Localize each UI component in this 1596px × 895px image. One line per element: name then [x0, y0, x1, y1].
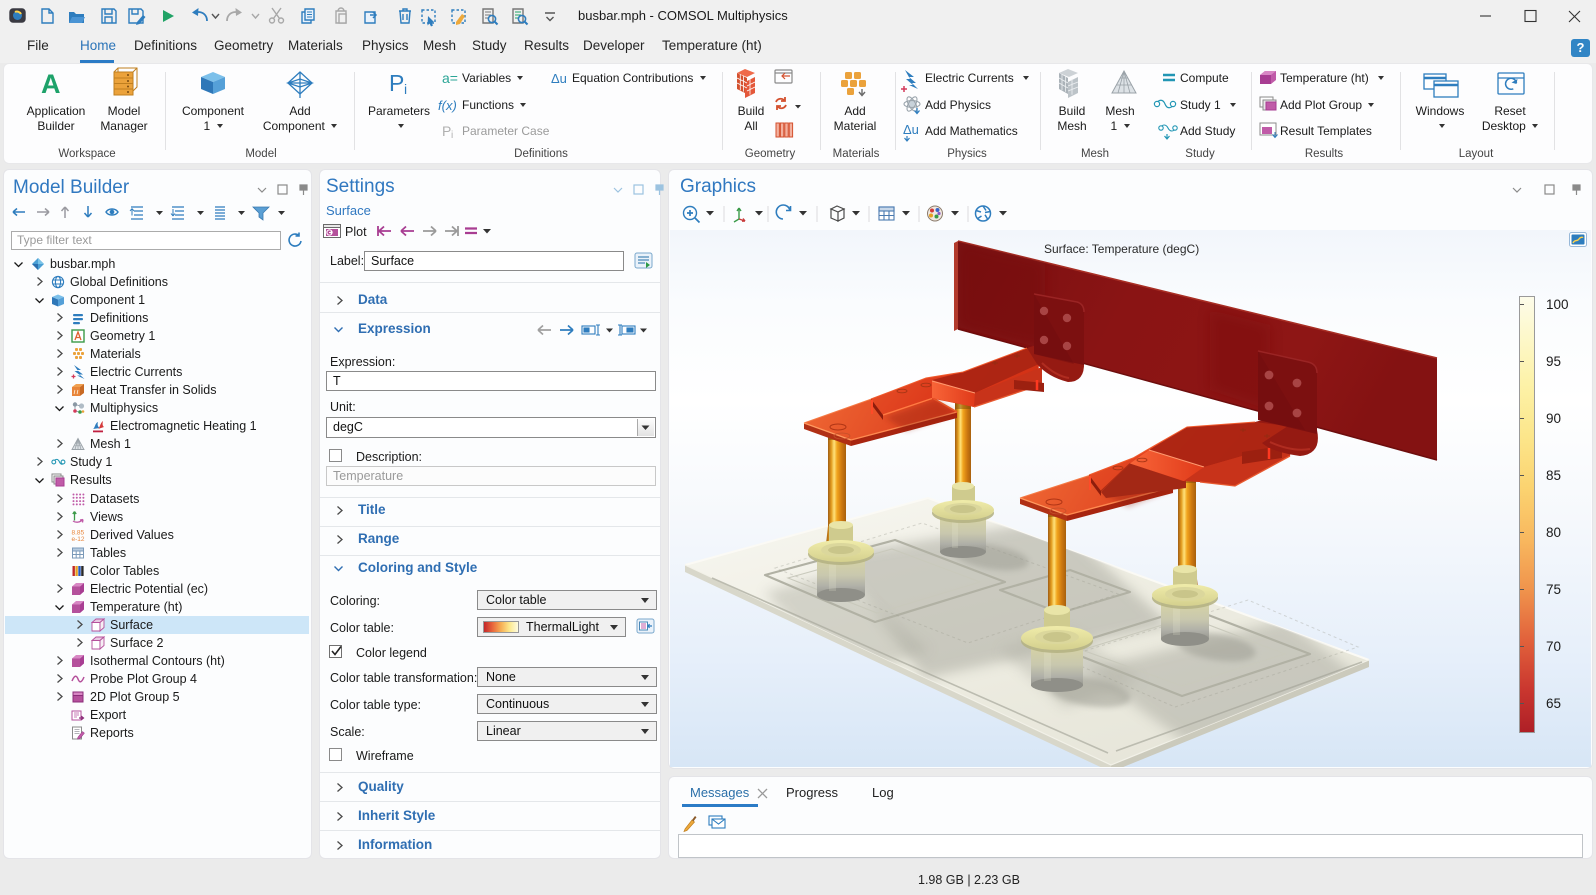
- svg-text:65: 65: [1546, 696, 1561, 711]
- svg-text:100: 100: [1546, 297, 1569, 312]
- svg-text:85: 85: [1546, 468, 1561, 483]
- svg-text:90: 90: [1546, 411, 1561, 426]
- svg-text:Δu: Δu: [551, 71, 567, 86]
- svg-text:i: i: [404, 81, 407, 97]
- svg-text:Δu: Δu: [903, 122, 919, 137]
- svg-text:95: 95: [1546, 354, 1561, 369]
- svg-text:75: 75: [1546, 582, 1561, 597]
- svg-text:a=: a=: [442, 70, 458, 86]
- svg-text:80: 80: [1546, 525, 1561, 540]
- svg-text:A: A: [41, 69, 61, 99]
- svg-text:P: P: [389, 70, 404, 96]
- svg-text:70: 70: [1546, 639, 1561, 654]
- svg-text:i: i: [451, 130, 453, 141]
